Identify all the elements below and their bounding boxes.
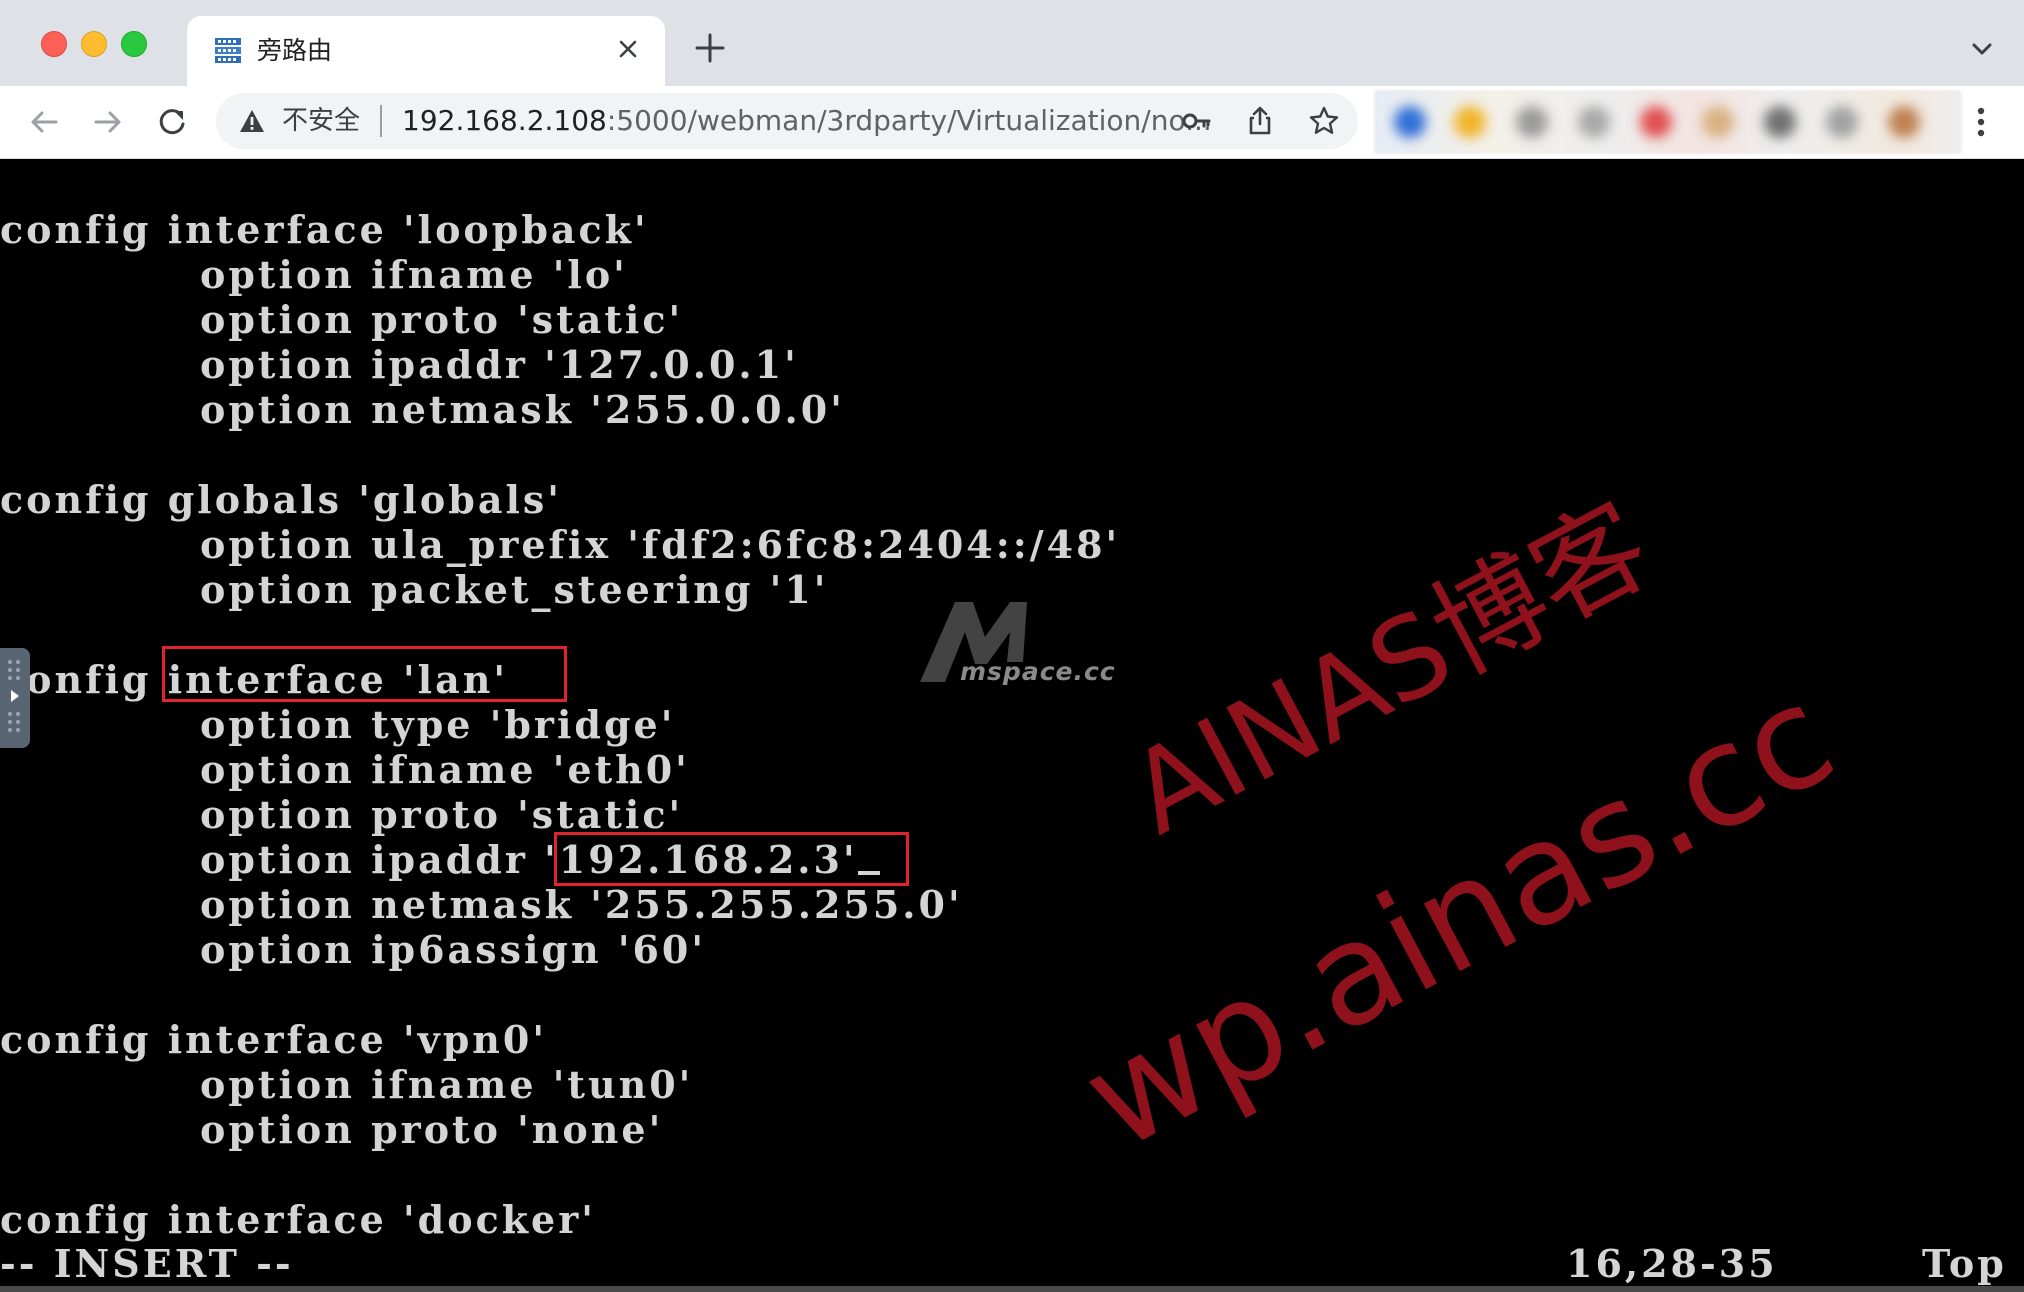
key-icon[interactable]	[1180, 105, 1212, 137]
terminal-line: option proto 'static'	[200, 792, 684, 837]
extension-icon[interactable]	[1578, 106, 1610, 138]
zoom-window-button[interactable]	[121, 31, 147, 57]
cursor-position: 16,28-35	[1566, 1241, 1778, 1286]
highlight-box-lan-interface	[162, 646, 567, 702]
extension-icon[interactable]	[1394, 106, 1426, 138]
terminal-line: option ifname 'eth0'	[200, 747, 690, 792]
extension-icon[interactable]	[1888, 106, 1920, 138]
divider	[380, 105, 382, 137]
terminal-line: option proto 'none'	[200, 1107, 664, 1152]
browser-tab-active[interactable]: 旁路由	[187, 16, 665, 88]
chevron-down-icon[interactable]	[1965, 32, 1999, 66]
terminal-line: option ipaddr '127.0.0.1'	[200, 342, 799, 387]
highlight-box-ipaddr	[554, 832, 909, 886]
terminal-line: option ifname 'tun0'	[200, 1062, 694, 1107]
vim-mode-indicator: -- INSERT --	[0, 1241, 294, 1286]
scroll-position: Top	[1922, 1241, 2007, 1286]
url-path: :5000/webman/3rdparty/Virtualization/no.…	[606, 104, 1212, 137]
address-bar[interactable]: 不安全 192.168.2.108:5000/webman/3rdparty/V…	[216, 93, 1358, 149]
terminal-line: option ip6assign '60'	[200, 927, 706, 972]
kebab-menu-icon[interactable]	[1966, 102, 1996, 142]
extension-icon[interactable]	[1702, 106, 1734, 138]
server-grid-icon	[215, 38, 241, 63]
terminal-line: option ifname 'lo'	[200, 252, 628, 297]
terminal-line: option packet_steering '1'	[200, 567, 829, 612]
back-arrow-icon[interactable]	[22, 100, 66, 144]
url-host: 192.168.2.108	[402, 104, 607, 137]
share-icon[interactable]	[1244, 105, 1276, 137]
bottom-bar	[0, 1286, 2024, 1292]
tab-strip: 旁路由	[0, 0, 2024, 88]
extension-icon[interactable]	[1826, 106, 1858, 138]
reload-icon[interactable]	[150, 100, 194, 144]
terminal-line: option netmask '255.255.255.0'	[200, 882, 963, 927]
terminal-line: config interface 'docker'	[0, 1197, 596, 1242]
terminal-line: option type 'bridge'	[200, 702, 676, 747]
mspace-logo-text: mspace.cc	[960, 657, 1116, 686]
close-window-button[interactable]	[41, 31, 67, 57]
terminal-line: option proto 'static'	[200, 297, 684, 342]
minimize-window-button[interactable]	[81, 31, 107, 57]
warning-triangle-icon[interactable]	[238, 107, 266, 135]
extension-icon[interactable]	[1764, 106, 1796, 138]
forward-arrow-icon[interactable]	[86, 100, 130, 144]
drag-handle-icon	[8, 660, 20, 732]
terminal-line: config globals 'globals'	[0, 477, 562, 522]
terminal-line: config interface 'vpn0'	[0, 1017, 548, 1062]
plus-icon[interactable]	[690, 28, 730, 68]
terminal-line: config interface 'loopback'	[0, 207, 649, 252]
extensions-area[interactable]	[1374, 90, 1962, 154]
side-panel-handle[interactable]	[0, 648, 30, 748]
close-icon[interactable]	[611, 32, 645, 66]
tab-title: 旁路由	[257, 36, 333, 65]
url-text[interactable]: 192.168.2.108:5000/webman/3rdparty/Virtu…	[402, 102, 1212, 140]
terminal-line: option ula_prefix 'fdf2:6fc8:2404::/48'	[200, 522, 1121, 567]
security-label[interactable]: 不安全	[282, 103, 360, 139]
terminal-line: option netmask '255.0.0.0'	[200, 387, 845, 432]
extension-icon[interactable]	[1454, 106, 1486, 138]
star-icon[interactable]	[1308, 105, 1340, 137]
extension-icon[interactable]	[1516, 106, 1548, 138]
extension-icon[interactable]	[1640, 106, 1672, 138]
